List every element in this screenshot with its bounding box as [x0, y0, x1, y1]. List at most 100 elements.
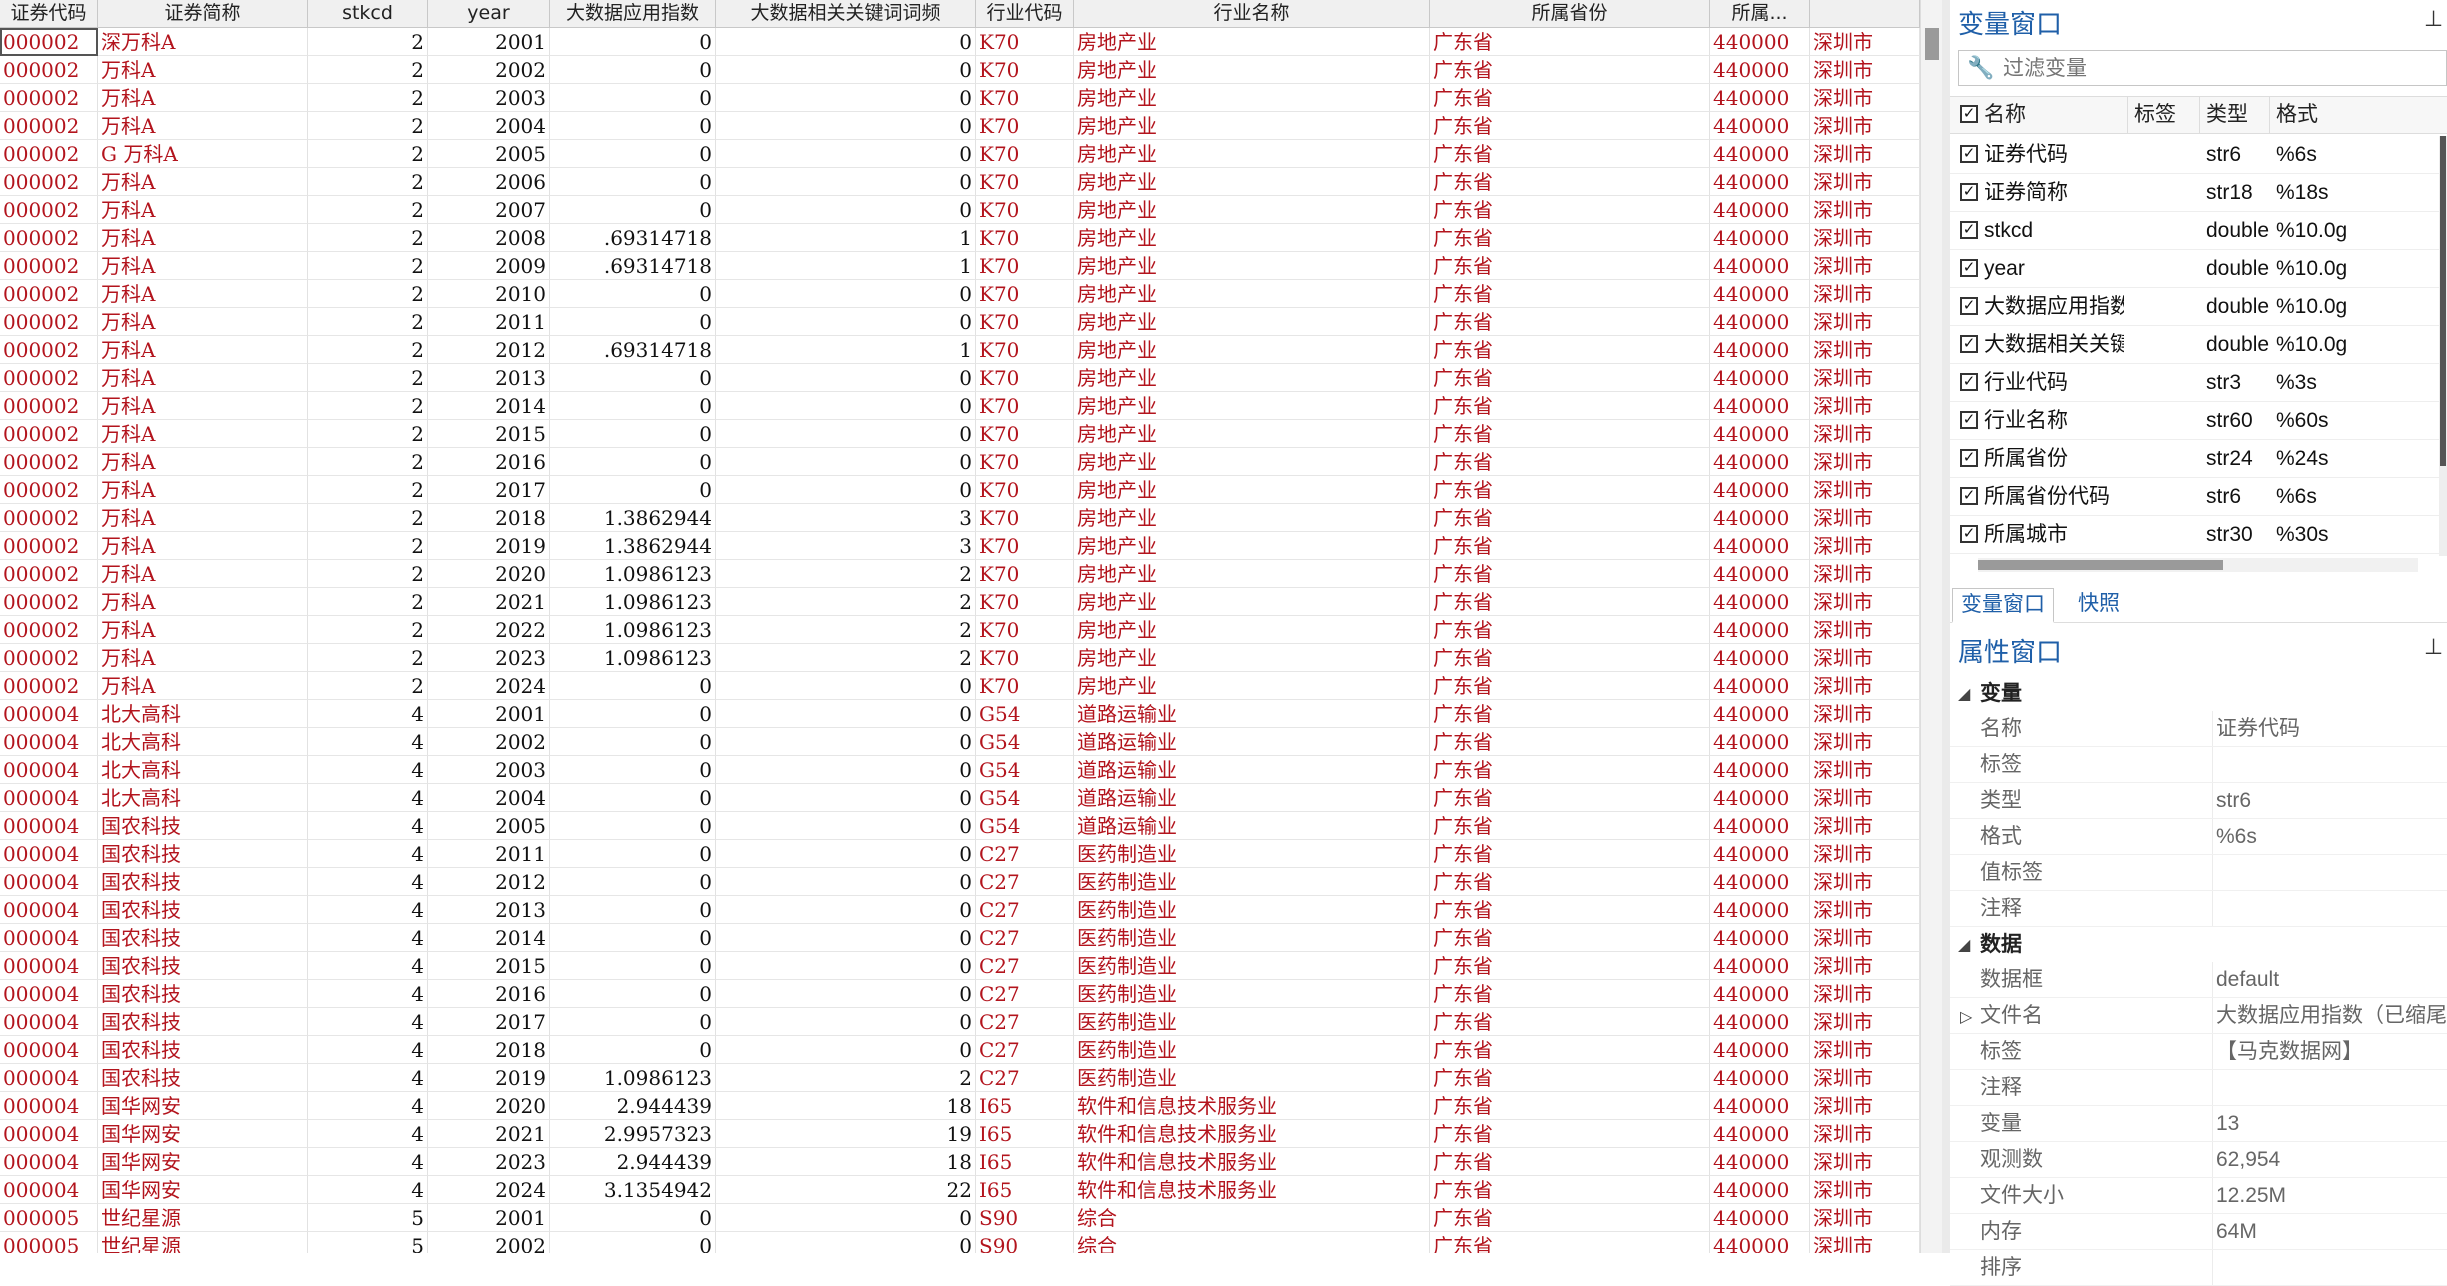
- pin-icon[interactable]: ⊥: [2424, 634, 2443, 660]
- table-cell[interactable]: 2023: [428, 644, 550, 672]
- table-cell[interactable]: 2: [308, 112, 428, 140]
- table-row[interactable]: 000002 万科A 2 2010 0 0 K70 房地产业 广东省 440000 深圳市: [0, 280, 1920, 308]
- table-cell[interactable]: 2: [716, 1064, 976, 1092]
- table-cell[interactable]: 万科A: [98, 476, 308, 504]
- table-cell[interactable]: 2017: [428, 1008, 550, 1036]
- table-row[interactable]: 000002 万科A 2 2008.69314718 1 K70 房地产业 广东省 440000…: [0, 224, 1920, 252]
- table-cell[interactable]: 广东省: [1430, 336, 1710, 364]
- table-cell[interactable]: 房地产业: [1074, 140, 1430, 168]
- table-cell[interactable]: 广东省: [1430, 224, 1710, 252]
- table-cell[interactable]: 房地产业: [1074, 84, 1430, 112]
- table-cell[interactable]: 道路运输业: [1074, 756, 1430, 784]
- table-cell[interactable]: 440000: [1710, 112, 1810, 140]
- table-cell[interactable]: 万科A: [98, 532, 308, 560]
- table-cell[interactable]: 4: [308, 1148, 428, 1176]
- table-cell[interactable]: 2014: [428, 392, 550, 420]
- table-row[interactable]: 000004 国农科技 4 2011 0 0 C27 医药制造业 广东省 440000 深圳市: [0, 840, 1920, 868]
- tab-snapshot[interactable]: 快照: [2070, 588, 2128, 620]
- table-cell[interactable]: 广东省: [1430, 56, 1710, 84]
- table-cell[interactable]: I65: [976, 1148, 1074, 1176]
- table-cell[interactable]: 万科A: [98, 308, 308, 336]
- variable-checkbox[interactable]: ✓: [1960, 487, 1978, 505]
- table-cell[interactable]: 4: [308, 1120, 428, 1148]
- table-cell[interactable]: 440000: [1710, 784, 1810, 812]
- table-cell[interactable]: 440000: [1710, 1176, 1810, 1204]
- table-cell[interactable]: 2: [308, 84, 428, 112]
- table-cell[interactable]: 广东省: [1430, 868, 1710, 896]
- table-cell[interactable]: 广东省: [1430, 1148, 1710, 1176]
- table-row[interactable]: 000004 国华网安 4 2023 2.944439 18 I65 软件和信息技术服务业 广东…: [0, 1148, 1920, 1176]
- table-cell[interactable]: .69314718: [550, 252, 716, 280]
- table-cell[interactable]: 000004: [0, 1036, 98, 1064]
- table-cell[interactable]: K70: [976, 308, 1074, 336]
- column-header[interactable]: 大数据应用指数: [550, 0, 716, 27]
- table-cell[interactable]: 1: [716, 252, 976, 280]
- table-cell[interactable]: 440000: [1710, 336, 1810, 364]
- table-cell[interactable]: I65: [976, 1176, 1074, 1204]
- table-cell[interactable]: 房地产业: [1074, 672, 1430, 700]
- table-cell[interactable]: 深圳市: [1810, 224, 1920, 252]
- table-cell[interactable]: 2: [308, 364, 428, 392]
- table-row[interactable]: 000002 万科A 2 2003 0 0 K70 房地产业 广东省 440000 深圳市: [0, 84, 1920, 112]
- table-cell[interactable]: 4: [308, 784, 428, 812]
- table-cell[interactable]: 0: [716, 980, 976, 1008]
- table-cell[interactable]: 000004: [0, 1176, 98, 1204]
- table-cell[interactable]: 深万科A: [98, 28, 308, 56]
- data-grid[interactable]: 证券代码 证券简称 stkcd year 大数据应用指数 大数据相关关键词词频 行业代码 行业…: [0, 0, 1920, 1253]
- table-cell[interactable]: 19: [716, 1120, 976, 1148]
- table-cell[interactable]: 2001: [428, 1204, 550, 1232]
- variables-list-scroll-thumb[interactable]: [2440, 136, 2446, 466]
- table-cell[interactable]: 深圳市: [1810, 868, 1920, 896]
- table-cell[interactable]: 440000: [1710, 812, 1810, 840]
- column-header[interactable]: 证券代码: [0, 0, 98, 27]
- table-cell[interactable]: 000002: [0, 168, 98, 196]
- table-cell[interactable]: 2.9957323: [550, 1120, 716, 1148]
- grid-vertical-scrollbar[interactable]: [1920, 0, 1943, 1253]
- table-cell[interactable]: .69314718: [550, 224, 716, 252]
- table-cell[interactable]: I65: [976, 1092, 1074, 1120]
- table-cell[interactable]: 国农科技: [98, 980, 308, 1008]
- table-cell[interactable]: 广东省: [1430, 784, 1710, 812]
- property-row[interactable]: 排序: [1950, 1250, 2447, 1286]
- table-cell[interactable]: 广东省: [1430, 140, 1710, 168]
- table-cell[interactable]: K70: [976, 392, 1074, 420]
- table-row[interactable]: 000002 万科A 2 2007 0 0 K70 房地产业 广东省 440000 深圳市: [0, 196, 1920, 224]
- table-cell[interactable]: 医药制造业: [1074, 868, 1430, 896]
- table-cell[interactable]: 3: [716, 504, 976, 532]
- table-cell[interactable]: 广东省: [1430, 728, 1710, 756]
- table-cell[interactable]: 0: [716, 756, 976, 784]
- table-cell[interactable]: 0: [716, 112, 976, 140]
- table-cell[interactable]: 深圳市: [1810, 28, 1920, 56]
- table-cell[interactable]: 2024: [428, 1176, 550, 1204]
- table-cell[interactable]: 万科A: [98, 196, 308, 224]
- table-cell[interactable]: 深圳市: [1810, 1176, 1920, 1204]
- table-row[interactable]: 000002 G 万科A 2 2005 0 0 K70 房地产业 广东省 440000 深圳市: [0, 140, 1920, 168]
- col-label-header[interactable]: 标签: [2128, 97, 2200, 133]
- table-cell[interactable]: K70: [976, 364, 1074, 392]
- table-cell[interactable]: 2: [308, 56, 428, 84]
- table-cell[interactable]: 2004: [428, 784, 550, 812]
- table-cell[interactable]: 广东省: [1430, 392, 1710, 420]
- table-cell[interactable]: 000002: [0, 588, 98, 616]
- table-cell[interactable]: 北大高科: [98, 700, 308, 728]
- property-row[interactable]: 观测数 62,954: [1950, 1142, 2447, 1178]
- table-cell[interactable]: 深圳市: [1810, 140, 1920, 168]
- table-row[interactable]: 000002 万科A 2 2004 0 0 K70 房地产业 广东省 440000 深圳市: [0, 112, 1920, 140]
- table-cell[interactable]: 440000: [1710, 56, 1810, 84]
- panel-splitter[interactable]: [1942, 0, 1950, 1253]
- table-cell[interactable]: 深圳市: [1810, 924, 1920, 952]
- table-cell[interactable]: 000004: [0, 1120, 98, 1148]
- table-cell[interactable]: 深圳市: [1810, 392, 1920, 420]
- table-cell[interactable]: 万科A: [98, 420, 308, 448]
- table-cell[interactable]: K70: [976, 504, 1074, 532]
- table-cell[interactable]: 440000: [1710, 252, 1810, 280]
- table-cell[interactable]: 2018: [428, 504, 550, 532]
- table-cell[interactable]: 2015: [428, 420, 550, 448]
- table-cell[interactable]: 房地产业: [1074, 224, 1430, 252]
- table-cell[interactable]: 广东省: [1430, 476, 1710, 504]
- table-cell[interactable]: 医药制造业: [1074, 1008, 1430, 1036]
- table-cell[interactable]: 2: [308, 224, 428, 252]
- table-cell[interactable]: 万科A: [98, 224, 308, 252]
- table-cell[interactable]: 广东省: [1430, 644, 1710, 672]
- filter-box[interactable]: 🔧: [1958, 50, 2447, 86]
